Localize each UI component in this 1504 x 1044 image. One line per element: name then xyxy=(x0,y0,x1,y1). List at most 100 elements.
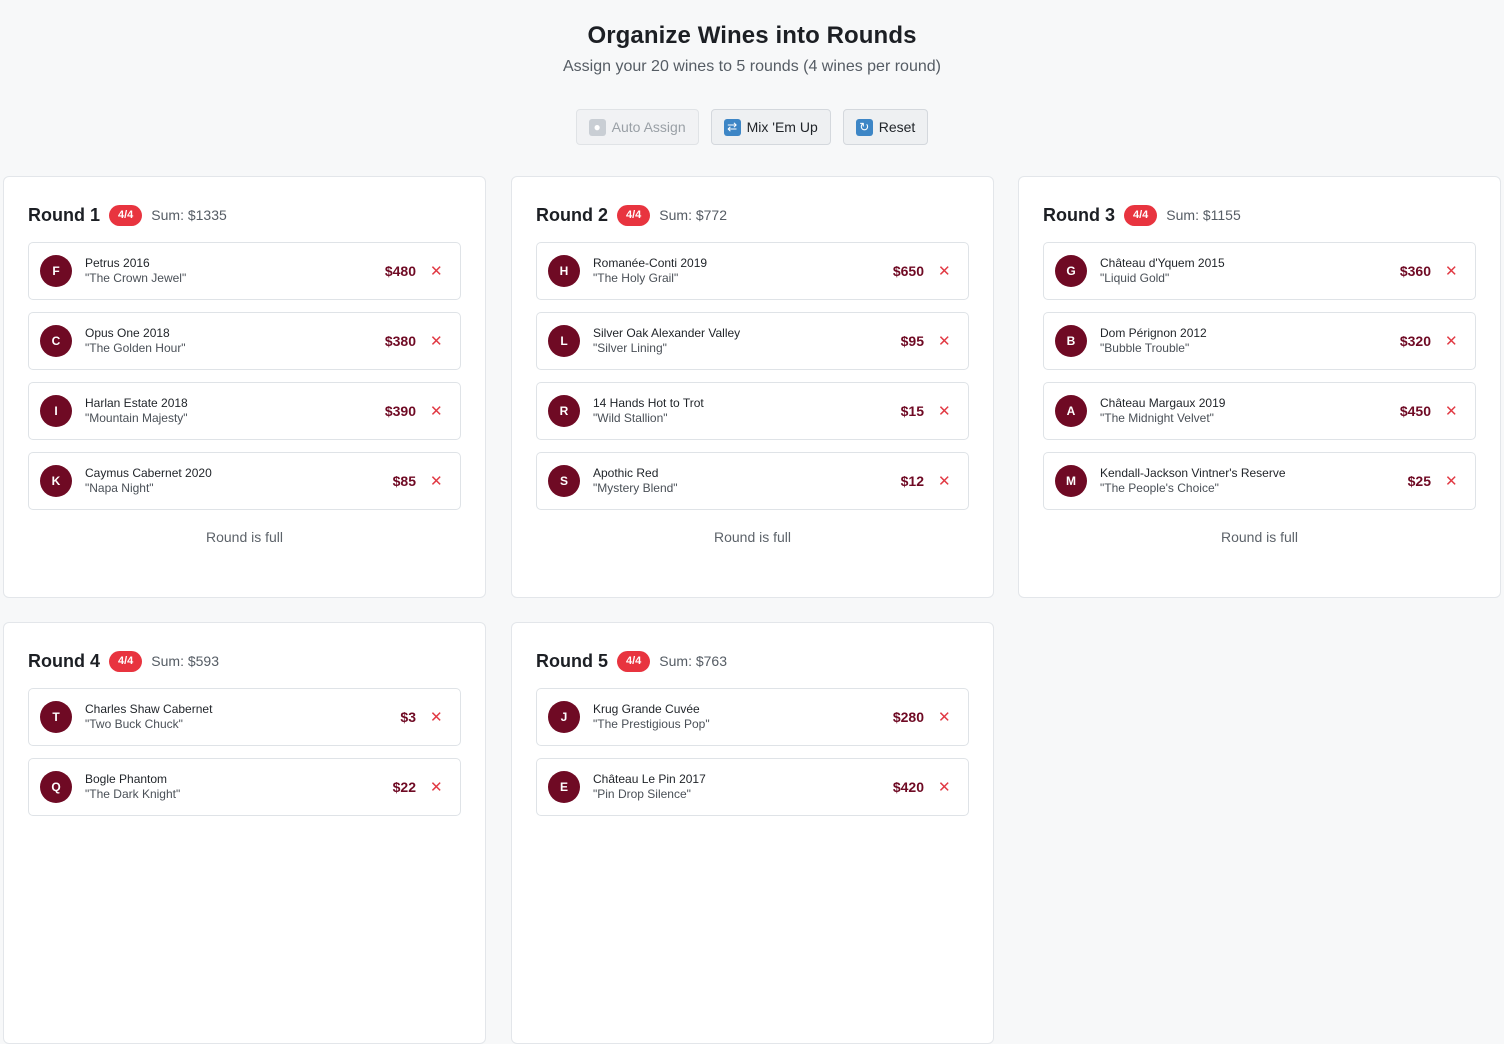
wine-name: Château d'Yquem 2015 xyxy=(1100,256,1225,270)
remove-icon[interactable]: ✕ xyxy=(430,472,443,490)
wine-item[interactable]: S Apothic Red "Mystery Blend" $12 ✕ xyxy=(536,452,969,510)
wine-price: $650 xyxy=(892,263,924,279)
wine-nickname: "Two Buck Chuck" xyxy=(85,717,183,731)
wine-price: $25 xyxy=(1407,473,1431,489)
remove-icon[interactable]: ✕ xyxy=(1445,262,1458,280)
wine-letter-avatar: I xyxy=(40,395,72,427)
round-card: Round 1 4/4 Sum: $1335 F Petrus 2016 "The Cro… xyxy=(3,176,486,598)
wine-text: Krug Grande Cuvée "The Prestigious Pop" xyxy=(593,702,893,732)
wine-letter-avatar: G xyxy=(1055,255,1087,287)
wine-text: Romanée-Conti 2019 "The Holy Grail" xyxy=(593,256,893,286)
wine-text: Château d'Yquem 2015 "Liquid Gold" xyxy=(1100,256,1400,286)
round-header: Round 5 4/4 Sum: $763 xyxy=(536,649,969,673)
wine-nickname: "Bubble Trouble" xyxy=(1100,341,1190,355)
wine-price: $390 xyxy=(384,403,416,419)
remove-icon[interactable]: ✕ xyxy=(938,708,951,726)
rounds-grid: Round 1 4/4 Sum: $1335 F Petrus 2016 "The Cro… xyxy=(0,0,1504,1044)
wine-item[interactable]: R 14 Hands Hot to Trot "Wild Stallion" $15 ✕ xyxy=(536,382,969,440)
wine-name: Kendall-Jackson Vintner's Reserve xyxy=(1100,466,1286,480)
wine-text: Apothic Red "Mystery Blend" xyxy=(593,466,901,496)
wine-letter-avatar: Q xyxy=(40,771,72,803)
round-title: Round 3 xyxy=(1043,204,1115,225)
round-sum: Sum: $763 xyxy=(659,653,728,669)
remove-icon[interactable]: ✕ xyxy=(938,778,951,796)
remove-icon[interactable]: ✕ xyxy=(1445,472,1458,490)
wine-nickname: "The Crown Jewel" xyxy=(85,271,187,285)
wine-name: Charles Shaw Cabernet xyxy=(85,702,213,716)
wine-item[interactable]: I Harlan Estate 2018 "Mountain Majesty" $39… xyxy=(28,382,461,440)
remove-icon[interactable]: ✕ xyxy=(430,778,443,796)
remove-icon[interactable]: ✕ xyxy=(430,402,443,420)
wine-price: $380 xyxy=(384,333,416,349)
wine-text: Château Margaux 2019 "The Midnight Velvet… xyxy=(1100,396,1400,426)
wine-nickname: "Silver Lining" xyxy=(593,341,667,355)
wine-text: Silver Oak Alexander Valley "Silver Linin… xyxy=(593,326,901,356)
remove-icon[interactable]: ✕ xyxy=(938,472,951,490)
wine-nickname: "The Dark Knight" xyxy=(85,787,181,801)
wine-price: $360 xyxy=(1399,263,1431,279)
wine-item[interactable]: E Château Le Pin 2017 "Pin Drop Silence" $4… xyxy=(536,758,969,816)
remove-icon[interactable]: ✕ xyxy=(938,402,951,420)
wine-text: Dom Pérignon 2012 "Bubble Trouble" xyxy=(1100,326,1400,356)
wine-nickname: "Liquid Gold" xyxy=(1100,271,1170,285)
wine-name: Château Le Pin 2017 xyxy=(593,772,706,786)
wine-name: Krug Grande Cuvée xyxy=(593,702,700,716)
wine-price: $15 xyxy=(900,403,924,419)
wine-nickname: "The Prestigious Pop" xyxy=(593,717,710,731)
round-count-badge: 4/4 xyxy=(1124,204,1158,226)
round-title: Round 5 xyxy=(536,650,608,671)
wine-price: $85 xyxy=(392,473,416,489)
remove-icon[interactable]: ✕ xyxy=(938,332,951,350)
wine-name: Bogle Phantom xyxy=(85,772,168,786)
wine-item[interactable]: T Charles Shaw Cabernet "Two Buck Chuck" $3… xyxy=(28,688,461,746)
wine-price: $480 xyxy=(384,263,416,279)
wine-item[interactable]: J Krug Grande Cuvée "The Prestigious Pop" $… xyxy=(536,688,969,746)
round-title: Round 2 xyxy=(536,204,608,225)
wine-item[interactable]: M Kendall-Jackson Vintner's Reserve "The P… xyxy=(1043,452,1476,510)
remove-icon[interactable]: ✕ xyxy=(938,262,951,280)
wine-price: $320 xyxy=(1399,333,1431,349)
wine-item[interactable]: Q Bogle Phantom "The Dark Knight" $22 ✕ xyxy=(28,758,461,816)
wine-text: Opus One 2018 "The Golden Hour" xyxy=(85,326,385,356)
remove-icon[interactable]: ✕ xyxy=(430,262,443,280)
remove-icon[interactable]: ✕ xyxy=(430,332,443,350)
wine-letter-avatar: E xyxy=(548,771,580,803)
wine-letter-avatar: F xyxy=(40,255,72,287)
remove-icon[interactable]: ✕ xyxy=(1445,332,1458,350)
round-count-badge: 4/4 xyxy=(617,650,651,672)
wine-list: G Château d'Yquem 2015 "Liquid Gold" $360 ✕ B… xyxy=(1043,242,1476,510)
round-sum: Sum: $593 xyxy=(151,653,220,669)
wine-letter-avatar: A xyxy=(1055,395,1087,427)
round-card: Round 4 4/4 Sum: $593 T Charles Shaw Caberne… xyxy=(3,622,486,1044)
round-sum: Sum: $772 xyxy=(659,207,728,223)
wine-name: Romanée-Conti 2019 xyxy=(593,256,708,270)
round-card: Round 3 4/4 Sum: $1155 G Château d'Yquem 201… xyxy=(1018,176,1501,598)
wine-letter-avatar: K xyxy=(40,465,72,497)
wine-item[interactable]: K Caymus Cabernet 2020 "Napa Night" $85 ✕ xyxy=(28,452,461,510)
wine-item[interactable]: C Opus One 2018 "The Golden Hour" $380 ✕ xyxy=(28,312,461,370)
wine-list: F Petrus 2016 "The Crown Jewel" $480 ✕ C Opus … xyxy=(28,242,461,510)
wine-item[interactable]: A Château Margaux 2019 "The Midnight Velve… xyxy=(1043,382,1476,440)
wine-name: Dom Pérignon 2012 xyxy=(1100,326,1207,340)
wine-name: Opus One 2018 xyxy=(85,326,170,340)
wine-item[interactable]: F Petrus 2016 "The Crown Jewel" $480 ✕ xyxy=(28,242,461,300)
wine-list: T Charles Shaw Cabernet "Two Buck Chuck" $3… xyxy=(28,688,461,816)
wine-price: $3 xyxy=(400,709,416,725)
wine-nickname: "The Midnight Velvet" xyxy=(1100,411,1214,425)
round-count-badge: 4/4 xyxy=(109,650,143,672)
wine-item[interactable]: B Dom Pérignon 2012 "Bubble Trouble" $320 ✕ xyxy=(1043,312,1476,370)
remove-icon[interactable]: ✕ xyxy=(1445,402,1458,420)
round-card: Round 2 4/4 Sum: $772 H Romanée-Conti 2019 "T… xyxy=(511,176,994,598)
round-header: Round 3 4/4 Sum: $1155 xyxy=(1043,203,1476,227)
wine-nickname: "Mystery Blend" xyxy=(593,481,678,495)
wine-price: $22 xyxy=(392,779,416,795)
wine-item[interactable]: H Romanée-Conti 2019 "The Holy Grail" $650 ✕ xyxy=(536,242,969,300)
wine-name: Petrus 2016 xyxy=(85,256,150,270)
wine-list: H Romanée-Conti 2019 "The Holy Grail" $650 ✕… xyxy=(536,242,969,510)
round-header: Round 1 4/4 Sum: $1335 xyxy=(28,203,461,227)
wine-item[interactable]: L Silver Oak Alexander Valley "Silver Lini… xyxy=(536,312,969,370)
wine-price: $95 xyxy=(900,333,924,349)
remove-icon[interactable]: ✕ xyxy=(430,708,443,726)
wine-item[interactable]: G Château d'Yquem 2015 "Liquid Gold" $360 ✕ xyxy=(1043,242,1476,300)
round-status: Round is full xyxy=(713,529,792,545)
